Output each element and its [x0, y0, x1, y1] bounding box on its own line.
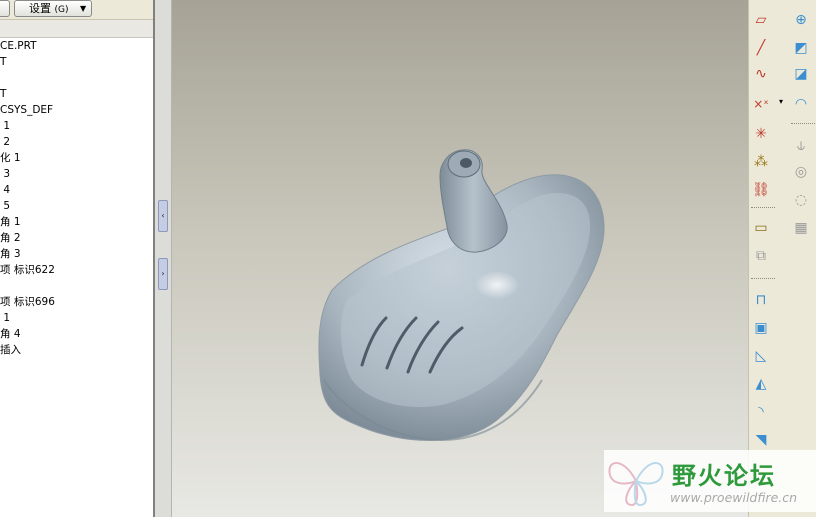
tree-item[interactable]: 3 [0, 166, 155, 182]
toolbar-separator [751, 207, 775, 209]
tree-item[interactable]: 5 [0, 198, 155, 214]
mirror-plane-icon[interactable]: ◩ [791, 38, 811, 58]
expand-panel-button[interactable]: › [158, 258, 168, 290]
tree-item[interactable] [0, 70, 155, 86]
datum-axis-icon[interactable]: ╱ [751, 38, 771, 58]
tree-item-insert-here[interactable]: 插入 [0, 342, 155, 358]
tree-item[interactable]: 角 3 [0, 246, 155, 262]
sketched-curve-icon[interactable]: ∿ [751, 64, 771, 84]
surface-icon[interactable]: ◪ [791, 64, 811, 84]
datum-plane-icon[interactable]: ▱ [751, 10, 771, 30]
model-tree-list: CE.PRT T T CSYS_DEF 1 2 化 1 3 4 5 角 1 角 … [0, 38, 155, 358]
tree-item[interactable]: 角 2 [0, 230, 155, 246]
settings-label: 设置 (G) [29, 2, 69, 15]
model-tree-toolbar: 设置 (G) ▼ [0, 0, 155, 20]
model-tree-panel: 设置 (G) ▼ CE.PRT T T CSYS_DEF 1 2 化 1 3 4… [0, 0, 155, 517]
model-3d-render [318, 149, 605, 442]
shell-icon[interactable]: ▣ [751, 318, 771, 338]
feature-toolbar: ▱ ⊕ ╱ ◩ ∿ ◪ ×ˣ ▾ ◠ ✳ ⫝ ⁂ ◎ ⛓ ◌ ▭ ▦ ⧉ ⊓ ▣… [748, 0, 816, 517]
tree-item[interactable]: 角 4 [0, 326, 155, 342]
tree-item-part[interactable]: CE.PRT [0, 38, 155, 54]
draft-icon[interactable]: ◺ [751, 346, 771, 366]
tree-item-csys[interactable]: CSYS_DEF [0, 102, 155, 118]
watermark-title: 野火论坛 [672, 462, 776, 490]
tree-item[interactable]: 角 1 [0, 214, 155, 230]
boundary-blend-icon[interactable]: ◠ [791, 94, 811, 114]
datum-point-icon[interactable]: ×ˣ [751, 94, 771, 114]
sketch-tool-icon[interactable]: ⛓ [751, 180, 771, 200]
toolbar-separator [751, 278, 775, 280]
tree-item[interactable]: 1 [0, 310, 155, 326]
tree-item[interactable] [0, 278, 155, 294]
layer-icon[interactable]: ⧉ [751, 246, 771, 266]
tree-item[interactable]: T [0, 86, 155, 102]
tree-item[interactable]: 化 1 [0, 150, 155, 166]
project-icon[interactable]: ◌ [791, 190, 811, 210]
butterfly-logo [608, 462, 664, 507]
csys-icon[interactable]: ✳ [751, 124, 771, 144]
intersect-icon[interactable]: ◎ [791, 162, 811, 182]
settings-button[interactable]: 设置 (G) ▼ [14, 0, 92, 17]
datum-axis-toggle-icon[interactable]: ⊕ [791, 10, 811, 30]
forum-watermark: 野火论坛 www.proewildfire.cn [604, 450, 816, 512]
tree-item[interactable]: 项 标识622 [0, 262, 155, 278]
pattern-icon[interactable]: ▦ [791, 218, 811, 238]
chevron-left-icon: ‹ [161, 211, 165, 220]
analysis-icon[interactable]: ⁂ [751, 152, 771, 172]
collapse-panel-button[interactable]: ‹ [158, 200, 168, 232]
chamfer-icon[interactable]: ◥ [751, 430, 771, 450]
graphics-viewport[interactable] [172, 0, 748, 517]
offset-icon[interactable]: ⫝ [791, 136, 811, 156]
tree-item[interactable]: 1 [0, 118, 155, 134]
toolbar-separator [791, 123, 815, 125]
chevron-right-icon: › [161, 269, 165, 278]
round-icon[interactable]: ◝ [751, 402, 771, 422]
extrude-icon[interactable]: ⊓ [751, 290, 771, 310]
tree-item[interactable]: 项 标识696 [0, 294, 155, 310]
note-icon[interactable]: ▭ [751, 218, 771, 238]
model-tree-header [0, 20, 155, 38]
tree-item[interactable]: T [0, 54, 155, 70]
show-menu-button[interactable] [0, 0, 10, 17]
dropdown-arrow-icon: ▼ [80, 4, 87, 13]
rib-icon[interactable]: ◭ [751, 374, 771, 394]
tree-item[interactable]: 2 [0, 134, 155, 150]
tree-item[interactable]: 4 [0, 182, 155, 198]
panel-splitter[interactable]: ‹ › [155, 0, 172, 517]
watermark-url: www.proewildfire.cn [670, 490, 798, 505]
dropdown-arrow-icon[interactable]: ▾ [771, 92, 791, 112]
